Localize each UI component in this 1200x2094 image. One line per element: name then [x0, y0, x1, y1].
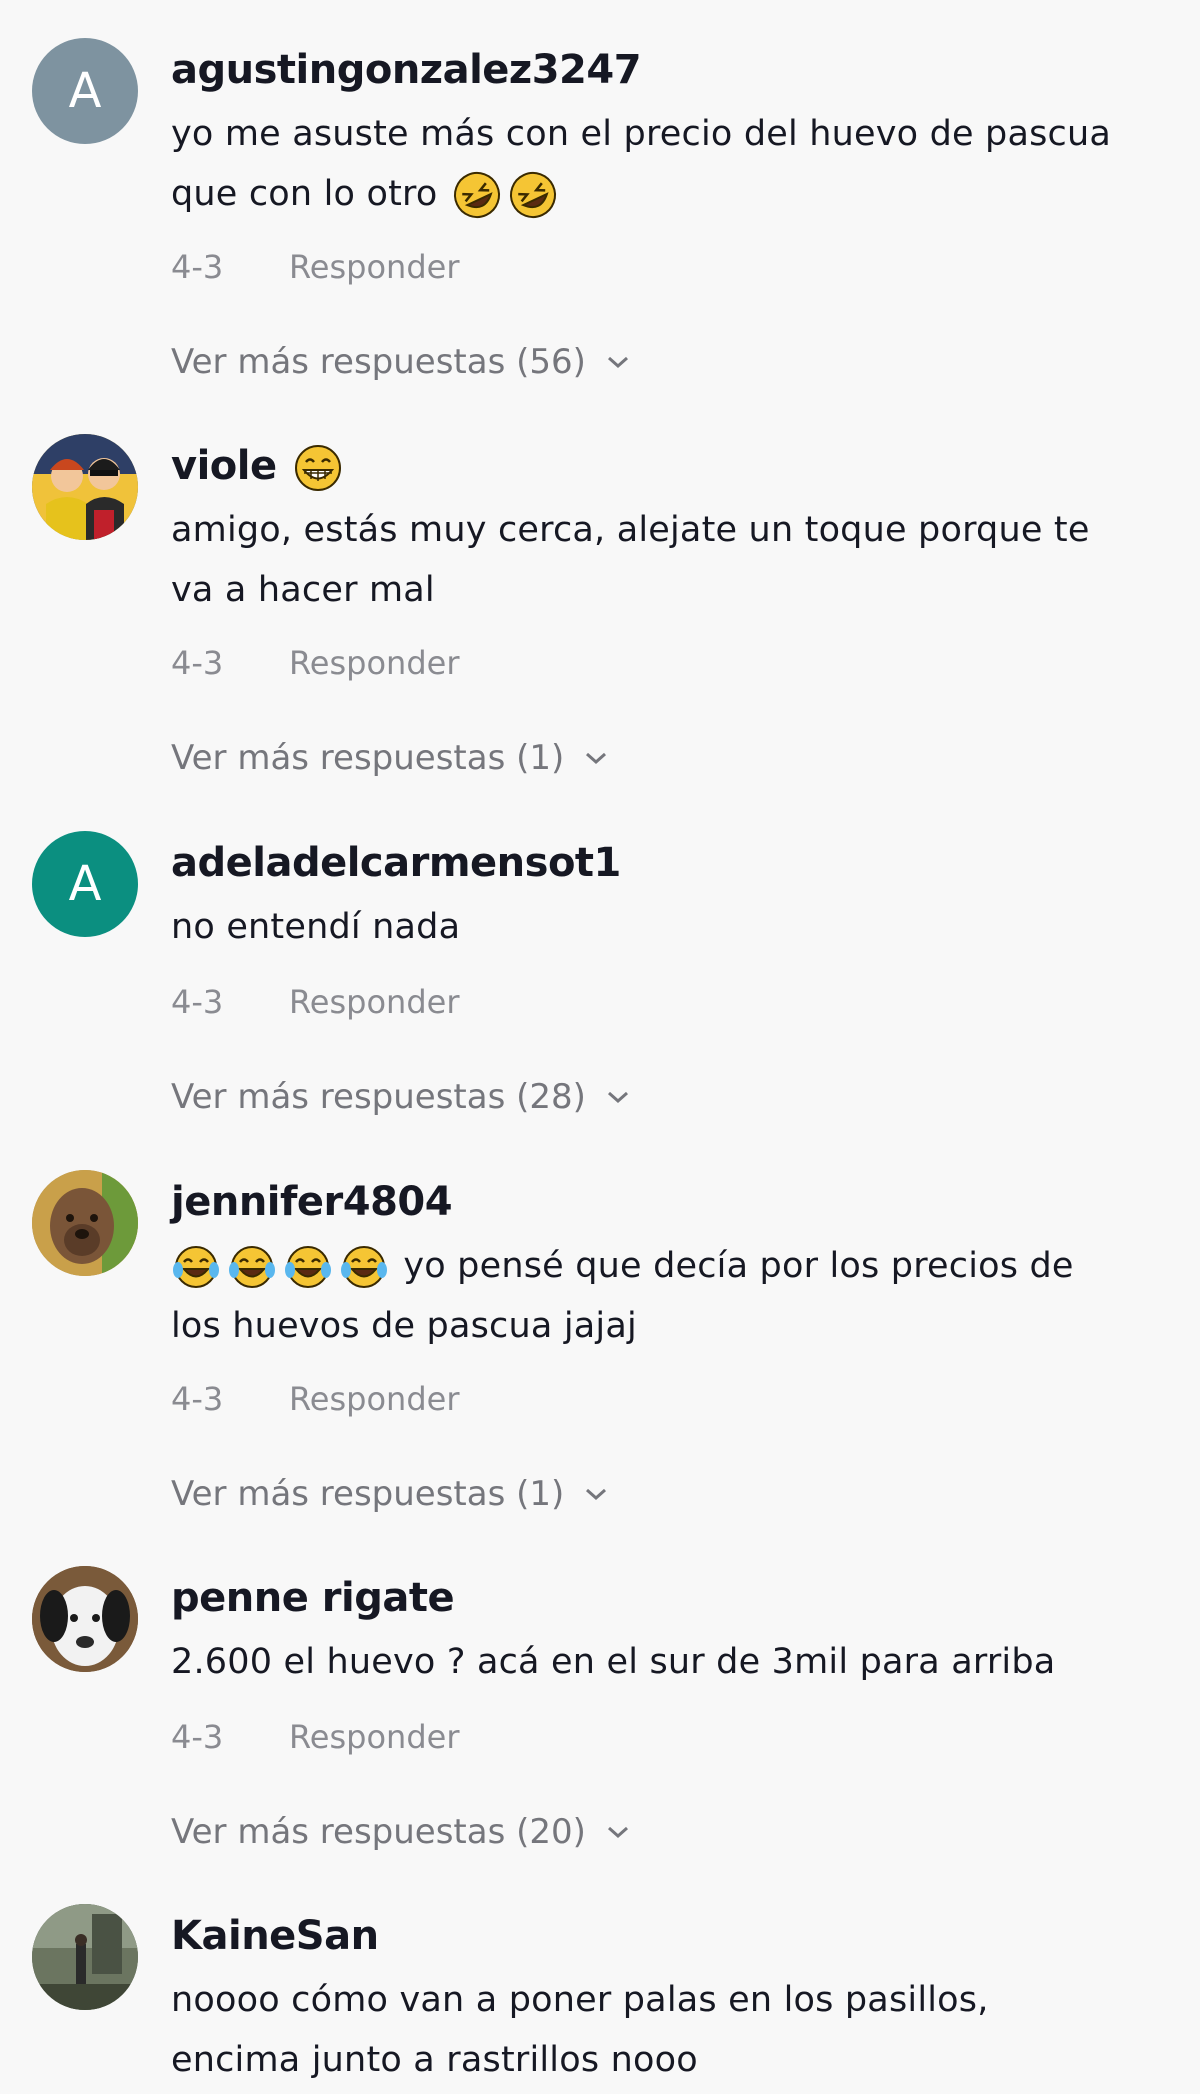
- comment-username[interactable]: viole: [171, 442, 346, 493]
- comment-text-line: noooo cómo van a poner palas en los pasi…: [171, 1980, 989, 2020]
- reply-button[interactable]: Responder: [289, 1718, 459, 1756]
- comment-text-line: los huevos de pascua jajaj: [171, 1306, 637, 1346]
- chevron-down-icon: [607, 1091, 628, 1104]
- avatar-image: [32, 1904, 138, 2010]
- view-more-replies[interactable]: Ver más respuestas (28): [171, 1077, 630, 1117]
- reply-button[interactable]: Responder: [289, 983, 459, 1021]
- view-more-replies[interactable]: Ver más respuestas (56): [171, 342, 630, 382]
- avatar[interactable]: [32, 1904, 138, 2010]
- chevron-down-icon: [586, 1488, 607, 1501]
- tears-of-joy-emoji: [341, 1246, 387, 1288]
- comment-text-line: encima junto a rastrillos nooo: [171, 2040, 698, 2080]
- view-more-replies[interactable]: Ver más respuestas (1): [171, 738, 608, 778]
- comment-meta: 4-3 Responder: [171, 1718, 459, 1756]
- comment-date: 4-3: [171, 644, 224, 682]
- comment-username[interactable]: adeladelcarmensot1: [171, 839, 621, 887]
- grinning-emoji: [295, 445, 342, 491]
- avatar-image: [32, 1170, 138, 1276]
- comment-meta: 4-3 Responder: [171, 644, 459, 682]
- avatar-image: [32, 434, 138, 540]
- view-more-replies-label: Ver más respuestas (1): [171, 1474, 565, 1514]
- tears-of-joy-emoji: [173, 1246, 219, 1288]
- view-more-replies-label: Ver más respuestas (20): [171, 1812, 586, 1852]
- view-more-replies[interactable]: Ver más respuestas (1): [171, 1474, 608, 1514]
- view-more-replies[interactable]: Ver más respuestas (20): [171, 1812, 630, 1852]
- comment-meta: 4-3 Responder: [171, 983, 459, 1021]
- comment-text: yo pensé que decía por los precios de lo…: [171, 1236, 1171, 1356]
- reply-button[interactable]: Responder: [289, 248, 459, 286]
- tears-of-joy-emoji: [285, 1246, 331, 1288]
- comment-text-line: no entendí nada: [171, 907, 461, 947]
- comment-text: no entendí nada: [171, 897, 1171, 957]
- avatar[interactable]: [32, 1170, 138, 1276]
- avatar[interactable]: [32, 1566, 138, 1672]
- comment-text: 2.600 el huevo ? acá en el sur de 3mil p…: [171, 1632, 1171, 1692]
- comment-text-line: va a hacer mal: [171, 570, 435, 610]
- comment-date: 4-3: [171, 248, 224, 286]
- reply-button[interactable]: Responder: [289, 1380, 459, 1418]
- comment-text-line: que con lo otro: [171, 174, 438, 214]
- comment-date: 4-3: [171, 1380, 224, 1418]
- comment-date: 4-3: [171, 1718, 224, 1756]
- avatar-letter: A: [68, 63, 102, 119]
- comment-text-line: yo pensé que decía por los precios de: [403, 1246, 1074, 1286]
- avatar-letter: A: [68, 856, 102, 912]
- comment-text-line: 2.600 el huevo ? acá en el sur de 3mil p…: [171, 1642, 1056, 1682]
- comment-text-line: yo me asuste más con el precio del huevo…: [171, 114, 1112, 154]
- comment-meta: 4-3 Responder: [171, 1380, 459, 1418]
- comment-username[interactable]: jennifer4804: [171, 1178, 453, 1226]
- view-more-replies-label: Ver más respuestas (1): [171, 738, 565, 778]
- rolling-laughing-emoji: [453, 172, 500, 218]
- view-more-replies-label: Ver más respuestas (56): [171, 342, 586, 382]
- comment-username[interactable]: penne rigate: [171, 1574, 455, 1622]
- avatar-image: [32, 1566, 138, 1672]
- comment-text: noooo cómo van a poner palas en los pasi…: [171, 1970, 1171, 2090]
- comment-date: 4-3: [171, 983, 224, 1021]
- comment-text: yo me asuste más con el precio del huevo…: [171, 104, 1171, 224]
- tears-of-joy-emoji: [229, 1246, 275, 1288]
- comment-username-text: viole: [171, 443, 277, 489]
- avatar[interactable]: A: [32, 38, 138, 144]
- comment-text: amigo, estás muy cerca, alejate un toque…: [171, 500, 1171, 620]
- chevron-down-icon: [586, 752, 607, 765]
- comment-text-line: amigo, estás muy cerca, alejate un toque…: [171, 510, 1090, 550]
- chevron-down-icon: [607, 1826, 628, 1839]
- view-more-replies-label: Ver más respuestas (28): [171, 1077, 586, 1117]
- reply-button[interactable]: Responder: [289, 644, 459, 682]
- avatar[interactable]: [32, 434, 138, 540]
- avatar[interactable]: A: [32, 831, 138, 937]
- chevron-down-icon: [607, 356, 628, 369]
- comment-username[interactable]: KaineSan: [171, 1912, 379, 1960]
- comment-meta: 4-3 Responder: [171, 248, 459, 286]
- rolling-laughing-emoji: [509, 172, 556, 218]
- comment-username[interactable]: agustingonzalez3247: [171, 46, 642, 94]
